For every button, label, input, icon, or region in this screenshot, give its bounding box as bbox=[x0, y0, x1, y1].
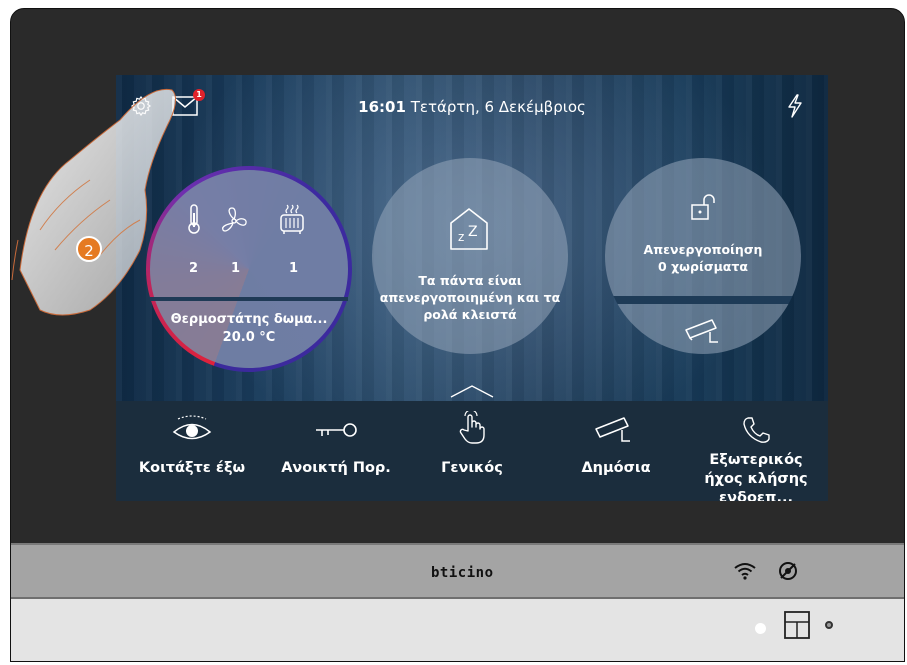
radiator-count: 1 bbox=[289, 261, 299, 276]
quick-actions-bar: Κοιτάξτε έξω Ανοικτή Πορ. Γενικός Δημόσι… bbox=[116, 401, 828, 501]
public-camera-button[interactable]: Δημόσια bbox=[556, 401, 676, 501]
alarm-text: Απενεργοποίηση 0 χωρίσματα bbox=[605, 241, 801, 275]
device-bottom-panel bbox=[11, 599, 904, 661]
date-text: Τετάρτη, 6 Δεκέμβριος bbox=[410, 98, 586, 116]
step-number-badge: 2 bbox=[76, 236, 102, 262]
svg-text:z: z bbox=[458, 230, 464, 244]
look-outside-button[interactable]: Κοιτάξτε έξω bbox=[130, 401, 254, 501]
alarm-zones: 0 χωρίσματα bbox=[658, 259, 748, 274]
device-frame-bar: bticino bbox=[11, 543, 904, 599]
brand-logo: bticino bbox=[431, 565, 494, 581]
chevron-up-icon[interactable] bbox=[449, 384, 495, 398]
touch-screen: 1 16:01 Τετάρτη, 6 Δεκέμβριος 2 1 1 Θερμ… bbox=[116, 75, 828, 501]
status-bar: 1 16:01 Τετάρτη, 6 Δεκέμβριος bbox=[116, 75, 828, 131]
action-label: Εξωτερικός ήχος κλήσης ενδοεπ... bbox=[704, 452, 808, 501]
fan-count: 1 bbox=[231, 261, 241, 276]
general-button[interactable]: Γενικός bbox=[416, 401, 528, 501]
alarm-status: Απενεργοποίηση bbox=[643, 242, 763, 257]
action-label: Κοιτάξτε έξω bbox=[138, 460, 246, 476]
home-button-icon[interactable] bbox=[783, 610, 811, 640]
lightning-icon bbox=[788, 94, 802, 118]
intercom-ringtone-button[interactable]: Εξωτερικός ήχος κλήσης ενδοεπ... bbox=[688, 401, 824, 501]
camera-icon[interactable] bbox=[684, 318, 722, 348]
radiator-icon bbox=[280, 204, 304, 234]
eye-icon bbox=[172, 415, 212, 440]
date-time: 16:01 Τετάρτη, 6 Δεκέμβριος bbox=[116, 98, 828, 116]
camera-icon bbox=[595, 417, 630, 442]
open-door-button[interactable]: Ανοικτή Πορ. bbox=[271, 401, 401, 501]
unlocked-padlock-icon bbox=[691, 194, 715, 220]
phone-icon bbox=[743, 417, 770, 443]
microphone-dot bbox=[825, 621, 833, 629]
key-icon bbox=[316, 423, 357, 437]
mute-icon bbox=[779, 562, 797, 580]
scenario-tile[interactable] bbox=[372, 158, 568, 354]
touch-icon bbox=[459, 411, 485, 444]
hand-pointer-illustration bbox=[11, 88, 176, 316]
svg-text:Z: Z bbox=[468, 224, 478, 240]
thermostat-temperature: 20.0 °C bbox=[222, 330, 276, 345]
scenario-text: Τα πάντα είναι απενεργοποιημένη και τα ρ… bbox=[379, 273, 561, 322]
clock-time: 16:01 bbox=[358, 98, 406, 116]
house-sleep-icon: z Z bbox=[450, 208, 488, 250]
action-label: Δημόσια bbox=[581, 460, 651, 476]
action-label: Γενικός bbox=[441, 460, 503, 476]
wifi-icon bbox=[734, 563, 756, 580]
status-led bbox=[755, 623, 766, 634]
fan-icon bbox=[222, 207, 247, 232]
action-label: Ανοικτή Πορ. bbox=[281, 460, 391, 476]
